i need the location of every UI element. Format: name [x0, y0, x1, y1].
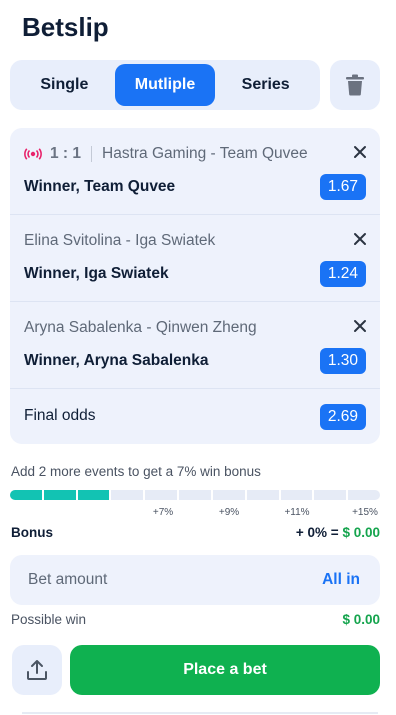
possible-win-value: $ 0.00	[342, 612, 380, 627]
progress-segment	[348, 490, 380, 500]
bonus-progress-bar	[10, 490, 380, 500]
divider	[91, 146, 93, 162]
progress-segment	[43, 490, 76, 500]
trash-icon	[346, 74, 364, 96]
progress-segment	[246, 490, 279, 500]
place-bet-button[interactable]: Place a bet	[70, 645, 380, 695]
share-button[interactable]	[12, 645, 62, 695]
share-upload-icon	[27, 660, 47, 680]
bonus-tick: +15%	[352, 507, 378, 518]
final-odds-row: Final odds 2.69	[10, 389, 380, 444]
progress-segment	[10, 490, 42, 500]
bet-pick: Winner, Aryna Sabalenka	[24, 352, 209, 369]
bet-event-name: Elina Svitolina - Iga Swiatek	[24, 232, 216, 249]
bet-item: Aryna Sabalenka - Qinwen Zheng Winner, A…	[10, 302, 380, 389]
bet-type-tabs: Single Mutliple Series	[10, 60, 320, 110]
progress-segment	[77, 490, 110, 500]
bet-event-row: Elina Svitolina - Iga Swiatek	[24, 232, 215, 250]
divider	[22, 712, 378, 714]
bonus-row: Bonus + 0% = $ 0.00	[11, 525, 380, 541]
possible-win-label: Possible win	[11, 612, 87, 627]
tab-multiple[interactable]: Mutliple	[114, 64, 216, 106]
bet-amount-placeholder: Bet amount	[28, 571, 108, 588]
progress-segment	[280, 490, 313, 500]
odds-badge: 1.67	[319, 174, 366, 200]
bet-event-row: Aryna Sabalenka - Qinwen Zheng	[24, 319, 257, 337]
all-in-button[interactable]: All in	[322, 571, 360, 589]
close-icon[interactable]	[352, 144, 368, 160]
bonus-tick: +11%	[284, 507, 310, 518]
bet-amount-field[interactable]: Bet amount All in	[10, 555, 380, 605]
tab-series[interactable]: Series	[215, 64, 316, 106]
bonus-amount: $ 0.00	[342, 525, 380, 540]
bonus-ticks: +7% +9% +11% +15%	[0, 507, 396, 521]
final-odds-badge: 2.69	[319, 404, 366, 430]
bet-item: Elina Svitolina - Iga Swiatek Winner, Ig…	[10, 215, 380, 302]
live-broadcast-icon	[24, 148, 42, 160]
progress-segment	[179, 490, 211, 500]
live-score: 1 : 1	[50, 145, 82, 162]
bet-event-name: Aryna Sabalenka - Qinwen Zheng	[24, 319, 257, 336]
possible-win-row: Possible win $ 0.00	[11, 612, 380, 628]
bet-list: 1 : 1 Hastra Gaming - Team Quvee Winner,…	[10, 128, 380, 444]
progress-segment	[212, 490, 245, 500]
bet-item: 1 : 1 Hastra Gaming - Team Quvee Winner,…	[10, 128, 380, 215]
odds-badge: 1.30	[319, 348, 366, 374]
tab-single[interactable]: Single	[14, 64, 115, 106]
bonus-label: Bonus	[11, 525, 53, 540]
bonus-tick: +7%	[152, 507, 174, 518]
progress-segment	[111, 490, 144, 500]
bonus-tick: +9%	[218, 507, 240, 518]
final-odds-label: Final odds	[24, 407, 96, 424]
bet-event-name: Hastra Gaming - Team Quvee	[102, 145, 308, 162]
bonus-percent: + 0% =	[295, 525, 343, 540]
bet-pick: Winner, Team Quvee	[24, 178, 176, 195]
bonus-value: + 0% = $ 0.00	[296, 525, 380, 540]
page-title: Betslip	[22, 12, 109, 42]
close-icon[interactable]	[352, 318, 368, 334]
odds-badge: 1.24	[319, 261, 366, 287]
close-icon[interactable]	[352, 231, 368, 247]
progress-segment	[145, 490, 178, 500]
bet-pick: Winner, Iga Swiatek	[24, 265, 169, 282]
clear-betslip-button[interactable]	[330, 60, 380, 110]
bet-event-row: 1 : 1 Hastra Gaming - Team Quvee	[24, 145, 308, 163]
bonus-hint: Add 2 more events to get a 7% win bonus	[11, 464, 261, 479]
progress-segment	[314, 490, 347, 500]
